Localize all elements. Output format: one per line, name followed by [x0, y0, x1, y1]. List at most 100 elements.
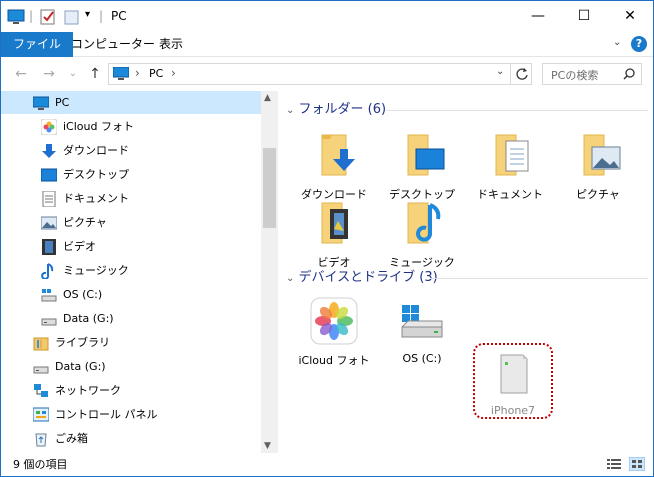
search-icon[interactable] — [623, 68, 635, 80]
control-panel-icon — [33, 407, 49, 422]
separator: | — [99, 9, 104, 23]
documents-folder-icon — [495, 134, 529, 176]
large-icons-view-icon[interactable] — [629, 457, 645, 471]
folders-group-title: フォルダー (6) — [298, 102, 387, 117]
nav-item-icloud-photos[interactable]: iCloud フォト — [1, 115, 261, 138]
back-button[interactable]: ← — [11, 64, 31, 84]
forward-button[interactable]: → — [39, 64, 59, 84]
folder-music[interactable]: ミュージック — [378, 199, 466, 270]
help-icon[interactable]: ? — [631, 36, 647, 52]
nav-item-pictures[interactable]: ピクチャ — [1, 211, 261, 234]
content-area: ⌄ フォルダー (6) ダウンロード デスクトップ ドキュメント ピクチャ ビデ… — [280, 91, 653, 453]
nav-item-desktop[interactable]: デスクトップ — [1, 163, 261, 186]
address-bar[interactable]: › PC › ⌄ — [108, 63, 532, 85]
address-toolbar: ← → ⌄ ↑ › PC › ⌄ PCの検索 — [1, 58, 653, 90]
folder-documents[interactable]: ドキュメント — [466, 131, 554, 202]
nav-label: ネットワーク — [55, 384, 121, 397]
videos-folder-icon — [321, 202, 348, 244]
nav-label: ダウンロード — [63, 144, 129, 157]
item-label: ピクチャ — [576, 188, 620, 201]
drive-g-icon — [41, 318, 57, 326]
nav-pane-scrollbar[interactable]: ▲ ▼ — [261, 91, 278, 453]
explorer-window: | ▾ | PC — ☐ ✕ ファイル コンピューター 表示 ⌄ ? ← → ⌄… — [0, 0, 654, 477]
item-label: iCloud フォト — [298, 354, 370, 367]
folder-desktop[interactable]: デスクトップ — [378, 131, 466, 202]
status-bar: 9 個の項目 — [1, 453, 653, 476]
scrollbar-thumb[interactable] — [263, 148, 276, 228]
breadcrumb-pc[interactable]: PC — [149, 67, 163, 80]
nav-label: ピクチャ — [63, 216, 107, 229]
recycle-bin-icon — [35, 433, 47, 447]
address-dropdown-icon[interactable]: ⌄ — [496, 66, 504, 77]
separator: | — [29, 9, 34, 23]
pictures-icon — [41, 216, 57, 230]
item-label: OS (C:) — [402, 352, 442, 365]
folder-downloads[interactable]: ダウンロード — [290, 131, 378, 202]
nav-item-os-c[interactable]: OS (C:) — [1, 283, 261, 306]
item-label: ドキュメント — [477, 188, 543, 201]
maximize-button[interactable]: ☐ — [561, 1, 607, 32]
nav-item-libraries[interactable]: ライブラリ — [1, 331, 261, 354]
scroll-up-arrow[interactable]: ▲ — [264, 93, 271, 103]
devices-group-title: デバイスとドライブ (3) — [298, 270, 438, 285]
icloud-photos-icon — [41, 119, 57, 135]
group-divider — [430, 278, 648, 279]
downloads-folder-icon — [321, 134, 355, 176]
nav-label: PC — [55, 96, 70, 109]
nav-label: iCloud フォト — [63, 120, 134, 133]
chevron-down-icon: ⌄ — [286, 273, 295, 284]
device-os-c[interactable]: OS (C:) — [378, 297, 466, 365]
pc-icon[interactable] — [7, 8, 25, 26]
up-button[interactable]: ↑ — [85, 64, 105, 84]
nav-label: ドキュメント — [63, 192, 129, 205]
drive-g-icon — [33, 366, 49, 374]
search-input[interactable]: PCの検索 — [542, 63, 642, 85]
nav-item-music[interactable]: ミュージック — [1, 259, 261, 282]
navigation-pane: PC iCloud フォト ダウンロード デスクトップ ドキュメント ピクチャ … — [1, 91, 279, 453]
breadcrumb-separator[interactable]: › — [171, 66, 176, 80]
expand-ribbon-icon[interactable]: ⌄ — [613, 37, 621, 48]
nav-item-recycle-bin[interactable]: ごみ箱 — [1, 427, 261, 450]
properties-icon[interactable] — [39, 8, 57, 26]
device-iphone7[interactable]: iPhone7 — [469, 349, 557, 417]
nav-item-documents[interactable]: ドキュメント — [1, 187, 261, 210]
item-count: 9 個の項目 — [13, 458, 68, 471]
nav-label: Data (G:) — [63, 312, 114, 325]
devices-group-header[interactable]: ⌄ デバイスとドライブ (3) — [286, 268, 438, 288]
tab-view[interactable]: 表示 — [147, 32, 195, 57]
scroll-down-arrow[interactable]: ▼ — [264, 441, 271, 451]
nav-item-pc[interactable]: PC — [1, 91, 261, 114]
nav-item-data-g[interactable]: Data (G:) — [1, 307, 261, 330]
divider — [510, 64, 511, 84]
chevron-down-icon: ⌄ — [286, 105, 295, 116]
network-icon — [34, 384, 48, 397]
device-icloud-photos[interactable]: iCloud フォト — [290, 297, 378, 368]
pictures-folder-icon — [583, 134, 621, 176]
details-view-icon[interactable] — [607, 459, 621, 470]
desktop-folder-icon — [407, 134, 445, 176]
nav-item-downloads[interactable]: ダウンロード — [1, 139, 261, 162]
nav-label: ライブラリ — [55, 336, 110, 349]
folders-group-header[interactable]: ⌄ フォルダー (6) — [286, 100, 386, 120]
close-button[interactable]: ✕ — [607, 1, 653, 32]
nav-item-control-panel[interactable]: コントロール パネル — [1, 403, 261, 426]
nav-label: ミュージック — [63, 264, 129, 277]
breadcrumb-separator[interactable]: › — [135, 66, 140, 80]
folder-pictures[interactable]: ピクチャ — [554, 131, 642, 202]
new-folder-icon[interactable] — [63, 8, 81, 26]
nav-item-videos[interactable]: ビデオ — [1, 235, 261, 258]
minimize-button[interactable]: — — [515, 1, 561, 32]
music-folder-icon — [407, 202, 441, 244]
item-label: iPhone7 — [490, 404, 536, 417]
pc-icon — [33, 96, 49, 110]
libraries-icon — [33, 337, 49, 351]
nav-item-data-g-root[interactable]: Data (G:) — [1, 355, 261, 378]
recent-locations-button[interactable]: ⌄ — [63, 64, 83, 84]
customize-toolbar-icon[interactable]: ▾ — [85, 9, 90, 20]
refresh-icon[interactable] — [515, 67, 529, 81]
folder-videos[interactable]: ビデオ — [290, 199, 378, 270]
iphone-device-icon — [500, 354, 528, 394]
nav-item-network[interactable]: ネットワーク — [1, 379, 261, 402]
os-drive-icon — [401, 305, 443, 338]
drive-c-icon — [41, 289, 57, 302]
